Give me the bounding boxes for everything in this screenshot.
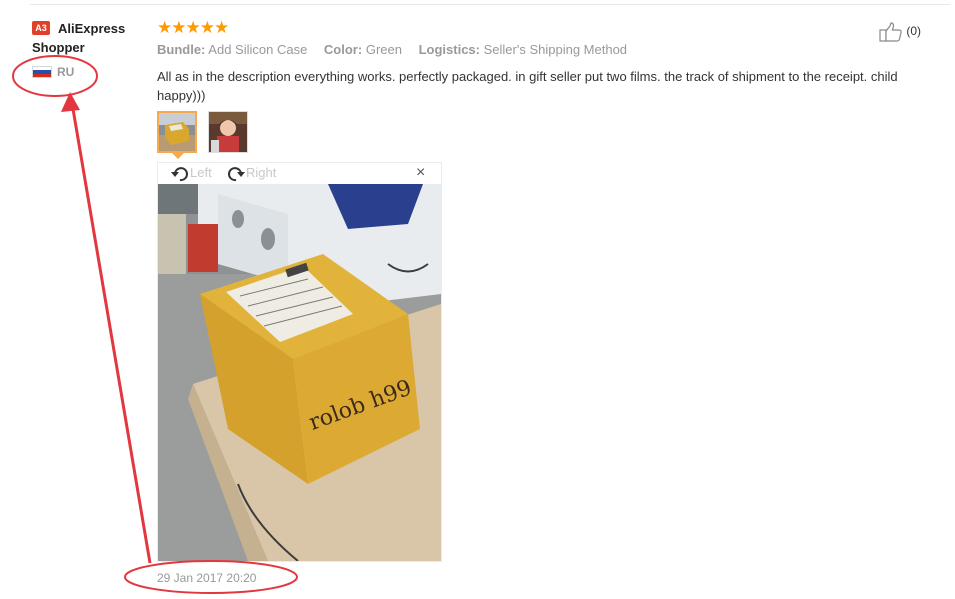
color-value: Green — [365, 42, 402, 57]
star-rating: ★★★★★ — [157, 18, 229, 37]
annotation-arrowhead — [61, 92, 80, 112]
order-attributes: Bundle: Add Silicon Case Color: Green Lo… — [157, 42, 640, 57]
rotate-right-icon — [228, 166, 245, 181]
color-key: Color: — [323, 42, 363, 57]
selected-thumbnail-pointer — [172, 153, 184, 159]
rotate-left-label: Left — [190, 165, 212, 180]
viewer-toolbar: Left Right × — [158, 163, 441, 184]
annotation-arrow-line — [70, 102, 152, 564]
review-photo: rolob h99 — [158, 184, 441, 561]
review-photo-thumbnail-1[interactable] — [157, 111, 197, 153]
bundle-key: Bundle: — [157, 42, 206, 57]
review-text: All as in the description everything wor… — [157, 69, 898, 103]
bundle-value: Add Silicon Case — [208, 42, 308, 57]
top-divider — [30, 4, 950, 5]
rotate-left-button[interactable]: Left — [170, 164, 212, 183]
rotate-right-label: Right — [246, 165, 277, 180]
photo-viewer: Left Right × rolob h99 — [157, 162, 442, 562]
thumbs-up-icon[interactable] — [879, 22, 903, 42]
close-viewer-button[interactable]: × — [416, 163, 425, 183]
helpful-button[interactable]: (0) — [879, 21, 921, 42]
level-badge: A3 — [32, 21, 50, 35]
russia-flag-icon — [32, 66, 52, 78]
review-date: 29 Jan 2017 20:20 — [157, 571, 257, 585]
country-code: RU — [57, 65, 75, 79]
rotate-right-button[interactable]: Right — [226, 164, 276, 183]
logistics-value: Seller's Shipping Method — [483, 42, 628, 57]
logistics-key: Logistics: — [418, 42, 480, 57]
helpful-count: (0) — [906, 24, 922, 38]
country-highlight-ellipse — [12, 55, 98, 97]
review-photo-thumbnail-2[interactable] — [208, 111, 248, 153]
rotate-left-icon — [171, 166, 188, 181]
